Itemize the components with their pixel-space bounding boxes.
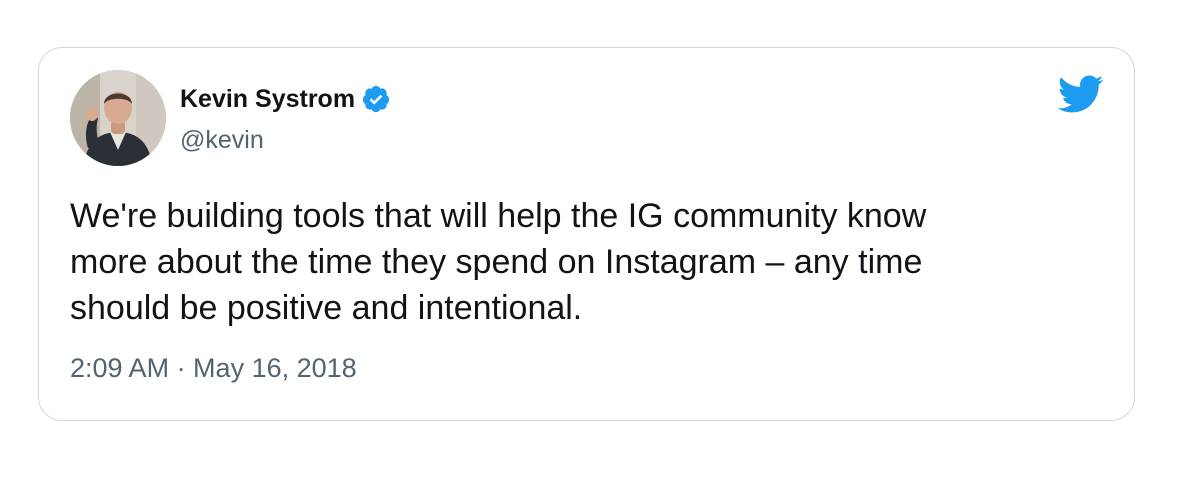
verified-badge-icon	[361, 84, 391, 114]
tweet-timestamp[interactable]: 2:09 AM · May 16, 2018	[70, 350, 357, 386]
tweet-text-line: should be positive and intentional.	[70, 289, 583, 327]
tweet-text-line: more about the time they spend on Instag…	[70, 243, 923, 281]
author-display-name[interactable]: Kevin Systrom	[180, 82, 355, 116]
author-handle[interactable]: @kevin	[180, 123, 264, 157]
avatar-image	[70, 70, 166, 166]
twitter-bird-icon[interactable]	[1056, 70, 1104, 118]
tweet-text: We're building tools that will help the …	[70, 193, 1090, 331]
tweet-text-line: We're building tools that will help the …	[70, 197, 927, 235]
author-name-row: Kevin Systrom	[180, 82, 391, 116]
avatar[interactable]	[70, 70, 166, 166]
tweet-card[interactable]: Kevin Systrom @kevin We're building tool…	[38, 47, 1135, 421]
